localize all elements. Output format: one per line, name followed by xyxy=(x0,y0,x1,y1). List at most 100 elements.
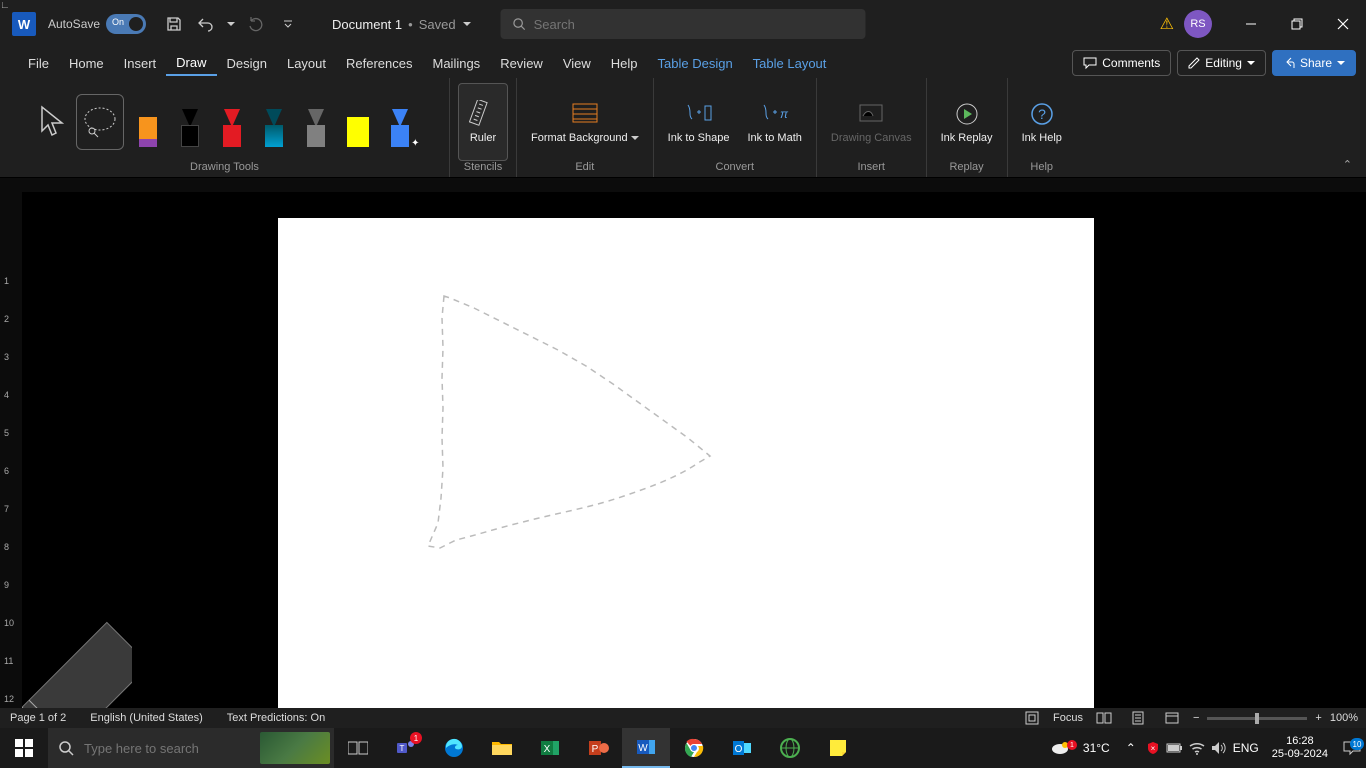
customize-qat-dropdown[interactable] xyxy=(274,10,302,38)
search-input[interactable] xyxy=(534,17,854,32)
onscreen-ruler-tool[interactable] xyxy=(22,598,132,708)
document-area: 123456789101112 xyxy=(0,192,1366,708)
document-title[interactable]: Document 1 • Saved xyxy=(332,17,472,32)
zoom-in-button[interactable]: + xyxy=(1315,712,1321,724)
editing-mode-button[interactable]: Editing xyxy=(1177,50,1266,76)
word-taskbar-icon[interactable]: W xyxy=(622,728,670,768)
autosave-label: AutoSave xyxy=(48,17,100,31)
language-indicator[interactable]: ENG xyxy=(1230,741,1262,755)
pen-gray[interactable] xyxy=(298,93,334,151)
chevron-down-icon xyxy=(1247,59,1255,67)
tab-references[interactable]: References xyxy=(336,52,422,75)
warning-icon[interactable]: ⚠ xyxy=(1160,14,1174,34)
volume-icon[interactable] xyxy=(1208,741,1230,755)
ink-to-math-button[interactable]: π Ink to Math xyxy=(741,83,807,161)
web-layout-button[interactable] xyxy=(1159,709,1185,727)
ruler-button[interactable]: Ruler xyxy=(458,83,508,161)
pen-black[interactable] xyxy=(172,93,208,151)
document-page[interactable] xyxy=(278,218,1094,708)
weather-widget[interactable]: 1 31°C xyxy=(1049,737,1110,759)
svg-text:P: P xyxy=(592,744,599,755)
start-button[interactable] xyxy=(0,728,48,768)
read-mode-button[interactable] xyxy=(1091,709,1117,727)
select-tool[interactable] xyxy=(32,94,70,150)
search-box[interactable] xyxy=(501,9,866,39)
ink-help-button[interactable]: ? Ink Help xyxy=(1016,83,1068,161)
tab-mailings[interactable]: Mailings xyxy=(423,52,491,75)
pencil-icon xyxy=(1188,57,1200,69)
wifi-icon[interactable] xyxy=(1186,741,1208,755)
save-icon[interactable] xyxy=(160,10,188,38)
help-icon: ? xyxy=(1026,98,1058,130)
pen-red[interactable] xyxy=(214,93,250,151)
chrome-icon[interactable] xyxy=(670,728,718,768)
ink-to-shape-icon xyxy=(683,98,715,130)
tab-layout[interactable]: Layout xyxy=(277,52,336,75)
zoom-out-button[interactable]: − xyxy=(1193,712,1199,724)
page-indicator[interactable]: Page 1 of 2 xyxy=(10,712,66,724)
battery-icon[interactable] xyxy=(1164,742,1186,754)
print-layout-button[interactable] xyxy=(1125,709,1151,727)
zoom-slider[interactable] xyxy=(1207,717,1307,720)
excel-icon[interactable]: X xyxy=(526,728,574,768)
tab-design[interactable]: Design xyxy=(217,52,277,75)
ink-to-math-icon: π xyxy=(759,98,791,130)
svg-text:×: × xyxy=(1150,744,1155,753)
task-view-button[interactable] xyxy=(334,728,382,768)
text-predictions-indicator[interactable]: Text Predictions: On xyxy=(227,712,325,724)
pen-teal[interactable] xyxy=(256,93,292,151)
lasso-select-tool[interactable] xyxy=(76,94,124,150)
edge-icon[interactable] xyxy=(430,728,478,768)
taskbar-clock[interactable]: 16:28 25-09-2024 xyxy=(1262,735,1338,761)
taskbar-search[interactable] xyxy=(48,728,334,768)
close-button[interactable] xyxy=(1320,0,1366,48)
outlook-icon[interactable]: O xyxy=(718,728,766,768)
share-button[interactable]: Share xyxy=(1272,50,1356,76)
ink-to-shape-button[interactable]: Ink to Shape xyxy=(662,83,736,161)
tab-selector[interactable]: ∟ xyxy=(0,0,10,10)
svg-text:X: X xyxy=(544,744,551,755)
tab-home[interactable]: Home xyxy=(59,52,114,75)
tab-insert[interactable]: Insert xyxy=(114,52,167,75)
tab-help[interactable]: Help xyxy=(601,52,648,75)
autosave-toggle[interactable]: On xyxy=(106,14,146,34)
document-canvas[interactable] xyxy=(22,192,1366,708)
tray-expand-icon[interactable]: ⌃ xyxy=(1120,741,1142,755)
minimize-button[interactable] xyxy=(1228,0,1274,48)
svg-text:O: O xyxy=(735,744,743,755)
file-explorer-icon[interactable] xyxy=(478,728,526,768)
redo-button[interactable] xyxy=(242,10,270,38)
tab-table-design[interactable]: Table Design xyxy=(648,52,743,75)
powerpoint-icon[interactable]: P xyxy=(574,728,622,768)
tab-view[interactable]: View xyxy=(553,52,601,75)
format-background-button[interactable]: Format Background xyxy=(525,83,645,161)
tab-review[interactable]: Review xyxy=(490,52,553,75)
pen-orange[interactable] xyxy=(130,93,166,151)
browser-icon[interactable] xyxy=(766,728,814,768)
focus-label[interactable]: Focus xyxy=(1053,712,1083,724)
drawing-tools-label: Drawing Tools xyxy=(190,161,259,175)
tab-file[interactable]: File xyxy=(18,52,59,75)
highlighter-yellow[interactable] xyxy=(340,93,376,151)
zoom-level[interactable]: 100% xyxy=(1330,712,1358,724)
ink-replay-button[interactable]: Ink Replay xyxy=(935,83,999,161)
comments-button[interactable]: Comments xyxy=(1072,50,1171,76)
maximize-button[interactable] xyxy=(1274,0,1320,48)
notifications-button[interactable]: 10 xyxy=(1338,740,1366,756)
tray-security-icon[interactable]: × xyxy=(1142,741,1164,755)
taskbar-search-input[interactable] xyxy=(84,741,244,756)
ribbon: ✦ Drawing Tools Ruler Stencils Format Ba… xyxy=(0,78,1366,178)
tab-table-layout[interactable]: Table Layout xyxy=(743,52,837,75)
undo-button[interactable] xyxy=(192,10,220,38)
sticky-notes-icon[interactable] xyxy=(814,728,862,768)
focus-mode-button[interactable] xyxy=(1019,709,1045,727)
pen-blue-sparkle[interactable]: ✦ xyxy=(382,93,418,151)
vertical-ruler[interactable]: 123456789101112 xyxy=(0,192,22,708)
svg-text:π: π xyxy=(780,107,789,121)
user-avatar[interactable]: RS xyxy=(1184,10,1212,38)
collapse-ribbon-button[interactable]: ⌃ xyxy=(1343,158,1352,171)
undo-dropdown[interactable] xyxy=(224,10,238,38)
tab-draw[interactable]: Draw xyxy=(166,51,216,76)
teams-icon[interactable]: T1 xyxy=(382,728,430,768)
language-indicator[interactable]: English (United States) xyxy=(90,712,203,724)
